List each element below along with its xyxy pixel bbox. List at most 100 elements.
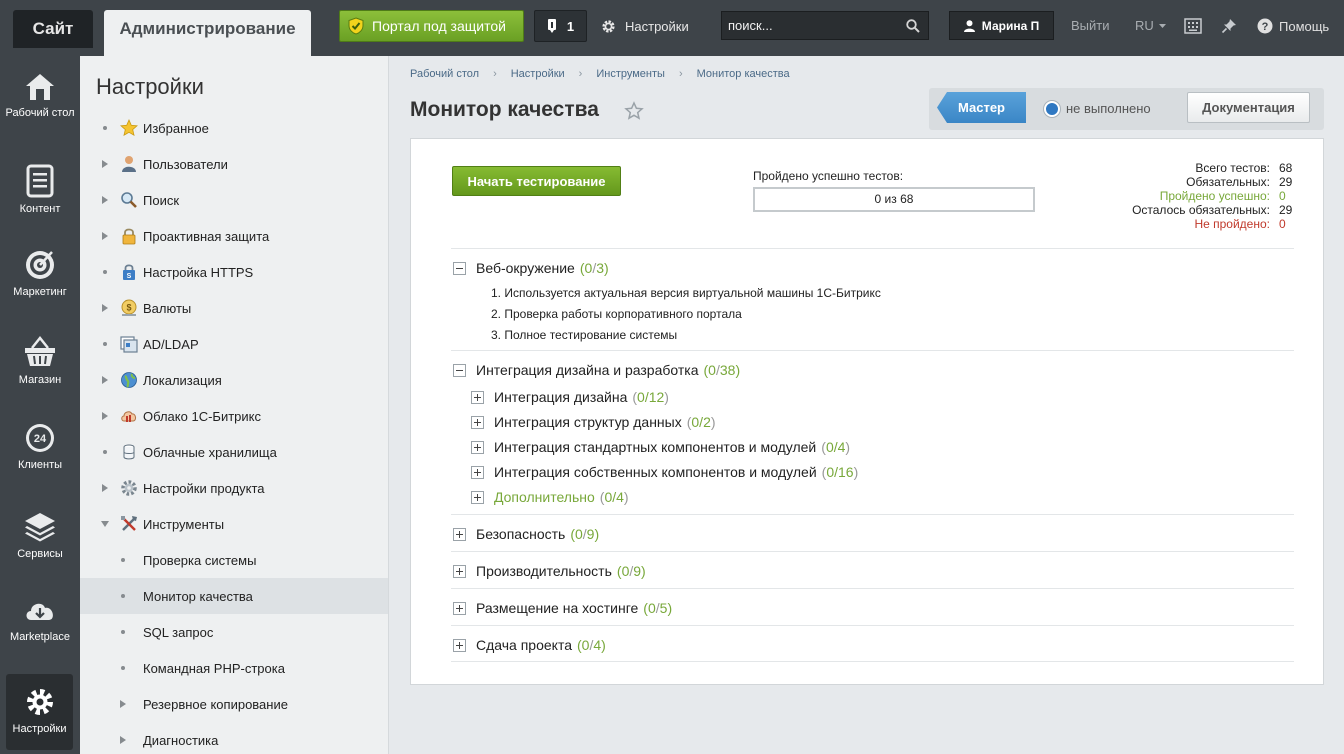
nav-clients[interactable]: 24 Клиенты bbox=[0, 422, 80, 471]
menu-item-label: SQL запрос bbox=[143, 624, 214, 640]
test-item[interactable]: 1. Используется актуальная версия виртуа… bbox=[491, 283, 881, 304]
menu-item-label: Облако 1С-Битрикс bbox=[143, 408, 261, 424]
menu-item-cloud-bitrix[interactable]: Облако 1С-Битрикс bbox=[80, 398, 388, 434]
breadcrumb-item[interactable]: Рабочий стол bbox=[410, 68, 479, 80]
expand-arrow-icon[interactable] bbox=[102, 232, 108, 240]
nav-marketing[interactable]: Маркетинг bbox=[0, 247, 80, 298]
logout-link[interactable]: Выйти bbox=[1071, 10, 1110, 42]
magnifier-icon bbox=[121, 192, 137, 208]
menu-item-search[interactable]: Поиск bbox=[80, 182, 388, 218]
breadcrumb-item[interactable]: Монитор качества bbox=[697, 68, 790, 80]
bullet-icon bbox=[121, 594, 125, 598]
collapse-toggle-icon[interactable] bbox=[453, 261, 466, 275]
section-header[interactable]: Сдача проекта (0/4) bbox=[453, 637, 606, 653]
menu-item-tools[interactable]: Инструменты bbox=[80, 506, 388, 542]
stat-row: Обязательных: 29 bbox=[1111, 175, 1301, 189]
menu-item-product-settings[interactable]: Настройки продукта bbox=[80, 470, 388, 506]
portal-secure-button[interactable]: Портал под защитой bbox=[339, 10, 524, 42]
notification-count: 1 bbox=[566, 18, 575, 34]
nav-marketplace[interactable]: Marketplace bbox=[0, 596, 80, 643]
expand-toggle-icon[interactable] bbox=[453, 601, 466, 615]
menu-item-users[interactable]: Пользователи bbox=[80, 146, 388, 182]
subsection-header[interactable]: Дополнительно (0/4) bbox=[471, 489, 629, 505]
nav-services[interactable]: Сервисы bbox=[0, 511, 80, 560]
section-header[interactable]: Производительность (0/9) bbox=[453, 563, 646, 579]
submenu-item-backup[interactable]: Резервное копирование bbox=[80, 686, 388, 722]
nav-shop[interactable]: Магазин bbox=[0, 335, 80, 386]
expand-arrow-icon[interactable] bbox=[102, 160, 108, 168]
tab-admin[interactable]: Администрирование bbox=[104, 10, 311, 56]
collapse-arrow-icon[interactable] bbox=[101, 521, 109, 527]
test-item[interactable]: 3. Полное тестирование системы bbox=[491, 325, 881, 346]
section-header[interactable]: Размещение на хостинге (0/5) bbox=[453, 600, 672, 616]
bullet-icon bbox=[121, 630, 125, 634]
expand-arrow-icon[interactable] bbox=[102, 412, 108, 420]
expand-toggle-icon[interactable] bbox=[453, 638, 466, 652]
expand-arrow-icon[interactable] bbox=[102, 304, 108, 312]
menu-item-https[interactable]: S Настройка HTTPS bbox=[80, 254, 388, 290]
left-icon-bar: Рабочий стол Контент Маркетинг Магазин 2… bbox=[0, 56, 80, 754]
favorite-star-icon[interactable] bbox=[624, 101, 644, 121]
nav-settings[interactable]: Настройки bbox=[6, 674, 73, 750]
subsection-header[interactable]: Интеграция собственных компонентов и мод… bbox=[471, 464, 858, 480]
user-button[interactable]: Марина П bbox=[949, 11, 1054, 40]
menu-item-currencies[interactable]: $ Валюты bbox=[80, 290, 388, 326]
start-testing-button[interactable]: Начать тестирование bbox=[452, 166, 621, 196]
notifications-button[interactable]: 1 bbox=[534, 10, 587, 42]
expand-toggle-icon[interactable] bbox=[471, 415, 484, 429]
submenu-item-php-console[interactable]: Командная PHP-строка bbox=[80, 650, 388, 686]
menu-item-favorites[interactable]: Избранное bbox=[80, 110, 388, 146]
expand-arrow-icon[interactable] bbox=[102, 484, 108, 492]
stat-row: Пройдено успешно: 0 bbox=[1111, 189, 1301, 203]
language-select[interactable]: RU bbox=[1135, 10, 1167, 42]
submenu-item-diagnostics[interactable]: Диагностика bbox=[80, 722, 388, 754]
nav-desktop-label: Рабочий стол bbox=[5, 107, 75, 119]
master-button[interactable]: Мастер bbox=[937, 92, 1026, 123]
pin-icon[interactable] bbox=[1220, 17, 1238, 35]
expand-toggle-icon[interactable] bbox=[471, 490, 484, 504]
help-link[interactable]: ? Помощь bbox=[1257, 10, 1329, 42]
test-item[interactable]: 2. Проверка работы корпоративного портал… bbox=[491, 304, 881, 325]
search-input[interactable] bbox=[728, 12, 898, 39]
documentation-button[interactable]: Документация bbox=[1187, 92, 1310, 123]
menu-item-ldap[interactable]: AD/LDAP bbox=[80, 326, 388, 362]
menu-item-proactive[interactable]: Проактивная защита bbox=[80, 218, 388, 254]
subsection-header[interactable]: Интеграция стандартных компонентов и мод… bbox=[471, 439, 850, 455]
expand-toggle-icon[interactable] bbox=[471, 440, 484, 454]
expand-arrow-icon[interactable] bbox=[102, 376, 108, 384]
nav-content[interactable]: Контент bbox=[0, 164, 80, 215]
section-header[interactable]: Веб-окружение (0/3) bbox=[453, 260, 609, 276]
shield-check-icon bbox=[348, 17, 364, 35]
expand-toggle-icon[interactable] bbox=[471, 390, 484, 404]
topbar-settings-link[interactable]: Настройки bbox=[601, 10, 689, 42]
section-title: Интеграция дизайна и разработка bbox=[476, 362, 699, 378]
tools-icon bbox=[121, 516, 137, 531]
expand-toggle-icon[interactable] bbox=[453, 564, 466, 578]
collapse-toggle-icon[interactable] bbox=[453, 363, 466, 377]
section-count: (0/38) bbox=[703, 362, 741, 378]
section-count: (0/3) bbox=[579, 260, 609, 276]
keyboard-icon[interactable] bbox=[1184, 17, 1202, 35]
search-icon[interactable] bbox=[906, 19, 920, 33]
expand-arrow-icon[interactable] bbox=[120, 700, 126, 708]
submenu-item-quality-monitor[interactable]: Монитор качества bbox=[80, 578, 388, 614]
breadcrumb-item[interactable]: Настройки bbox=[511, 68, 565, 80]
breadcrumb-item[interactable]: Инструменты bbox=[596, 68, 665, 80]
expand-toggle-icon[interactable] bbox=[453, 527, 466, 541]
stat-key: Осталось обязательных: bbox=[1132, 203, 1270, 217]
menu-item-cloud-storage[interactable]: Облачные хранилища bbox=[80, 434, 388, 470]
subsection-header[interactable]: Интеграция структур данных (0/2) bbox=[471, 414, 716, 430]
submenu-item-system-check[interactable]: Проверка системы bbox=[80, 542, 388, 578]
expand-arrow-icon[interactable] bbox=[102, 196, 108, 204]
menu-item-localization[interactable]: Локализация bbox=[80, 362, 388, 398]
submenu-item-sql-query[interactable]: SQL запрос bbox=[80, 614, 388, 650]
expand-toggle-icon[interactable] bbox=[471, 465, 484, 479]
section-header[interactable]: Интеграция дизайна и разработка (0/38) bbox=[453, 362, 740, 378]
bullet-icon bbox=[103, 126, 107, 130]
nav-clients-label: Клиенты bbox=[17, 459, 63, 471]
tab-site[interactable]: Сайт bbox=[13, 10, 93, 48]
expand-arrow-icon[interactable] bbox=[120, 736, 126, 744]
subsection-header[interactable]: Интеграция дизайна (0/12) bbox=[471, 389, 669, 405]
nav-desktop[interactable]: Рабочий стол bbox=[0, 72, 80, 119]
section-header[interactable]: Безопасность (0/9) bbox=[453, 526, 599, 542]
